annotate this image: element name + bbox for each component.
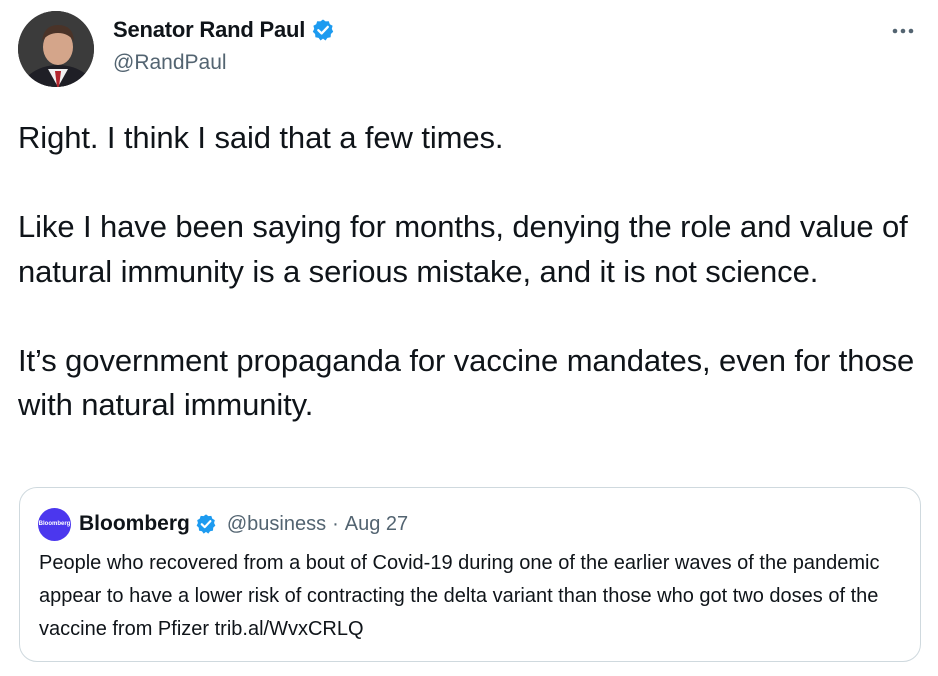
bloomberg-logo: Bloomberg xyxy=(38,521,71,527)
tweet-paragraph: It’s government propaganda for vaccine m… xyxy=(18,342,915,423)
author-avatar[interactable] xyxy=(18,11,94,87)
separator-dot: · xyxy=(332,512,339,535)
quoted-tweet-date[interactable]: Aug 27 xyxy=(345,513,408,536)
tweet-paragraph: Right. I think I said that a few times. xyxy=(18,120,504,155)
tweet-paragraph: Like I have been saying for months, deny… xyxy=(18,209,908,289)
quoted-tweet-text: People who recovered from a bout of Covi… xyxy=(39,552,880,640)
quoted-tweet[interactable]: Bloomberg Bloomberg @business · Aug 27 P… xyxy=(19,487,921,662)
quoted-tweet-header: Bloomberg Bloomberg @business · Aug 27 xyxy=(38,507,408,541)
more-horizontal-icon xyxy=(892,28,914,34)
author-handle[interactable]: @RandPaul xyxy=(113,51,227,75)
quoted-author-avatar[interactable]: Bloomberg xyxy=(38,507,71,541)
author-name[interactable]: Senator Rand Paul xyxy=(113,17,305,43)
tweet-text: Right. I think I said that a few times. … xyxy=(18,116,923,428)
author-name-row[interactable]: Senator Rand Paul xyxy=(113,17,335,43)
more-options-button[interactable] xyxy=(888,16,918,46)
tweet-card: Senator Rand Paul @RandPaul Right. I thi… xyxy=(0,0,938,676)
quoted-author-name[interactable]: Bloomberg xyxy=(79,512,190,536)
quoted-author-handle[interactable]: @business xyxy=(227,513,326,536)
verified-badge-icon xyxy=(311,18,335,42)
verified-badge-icon xyxy=(195,513,217,535)
